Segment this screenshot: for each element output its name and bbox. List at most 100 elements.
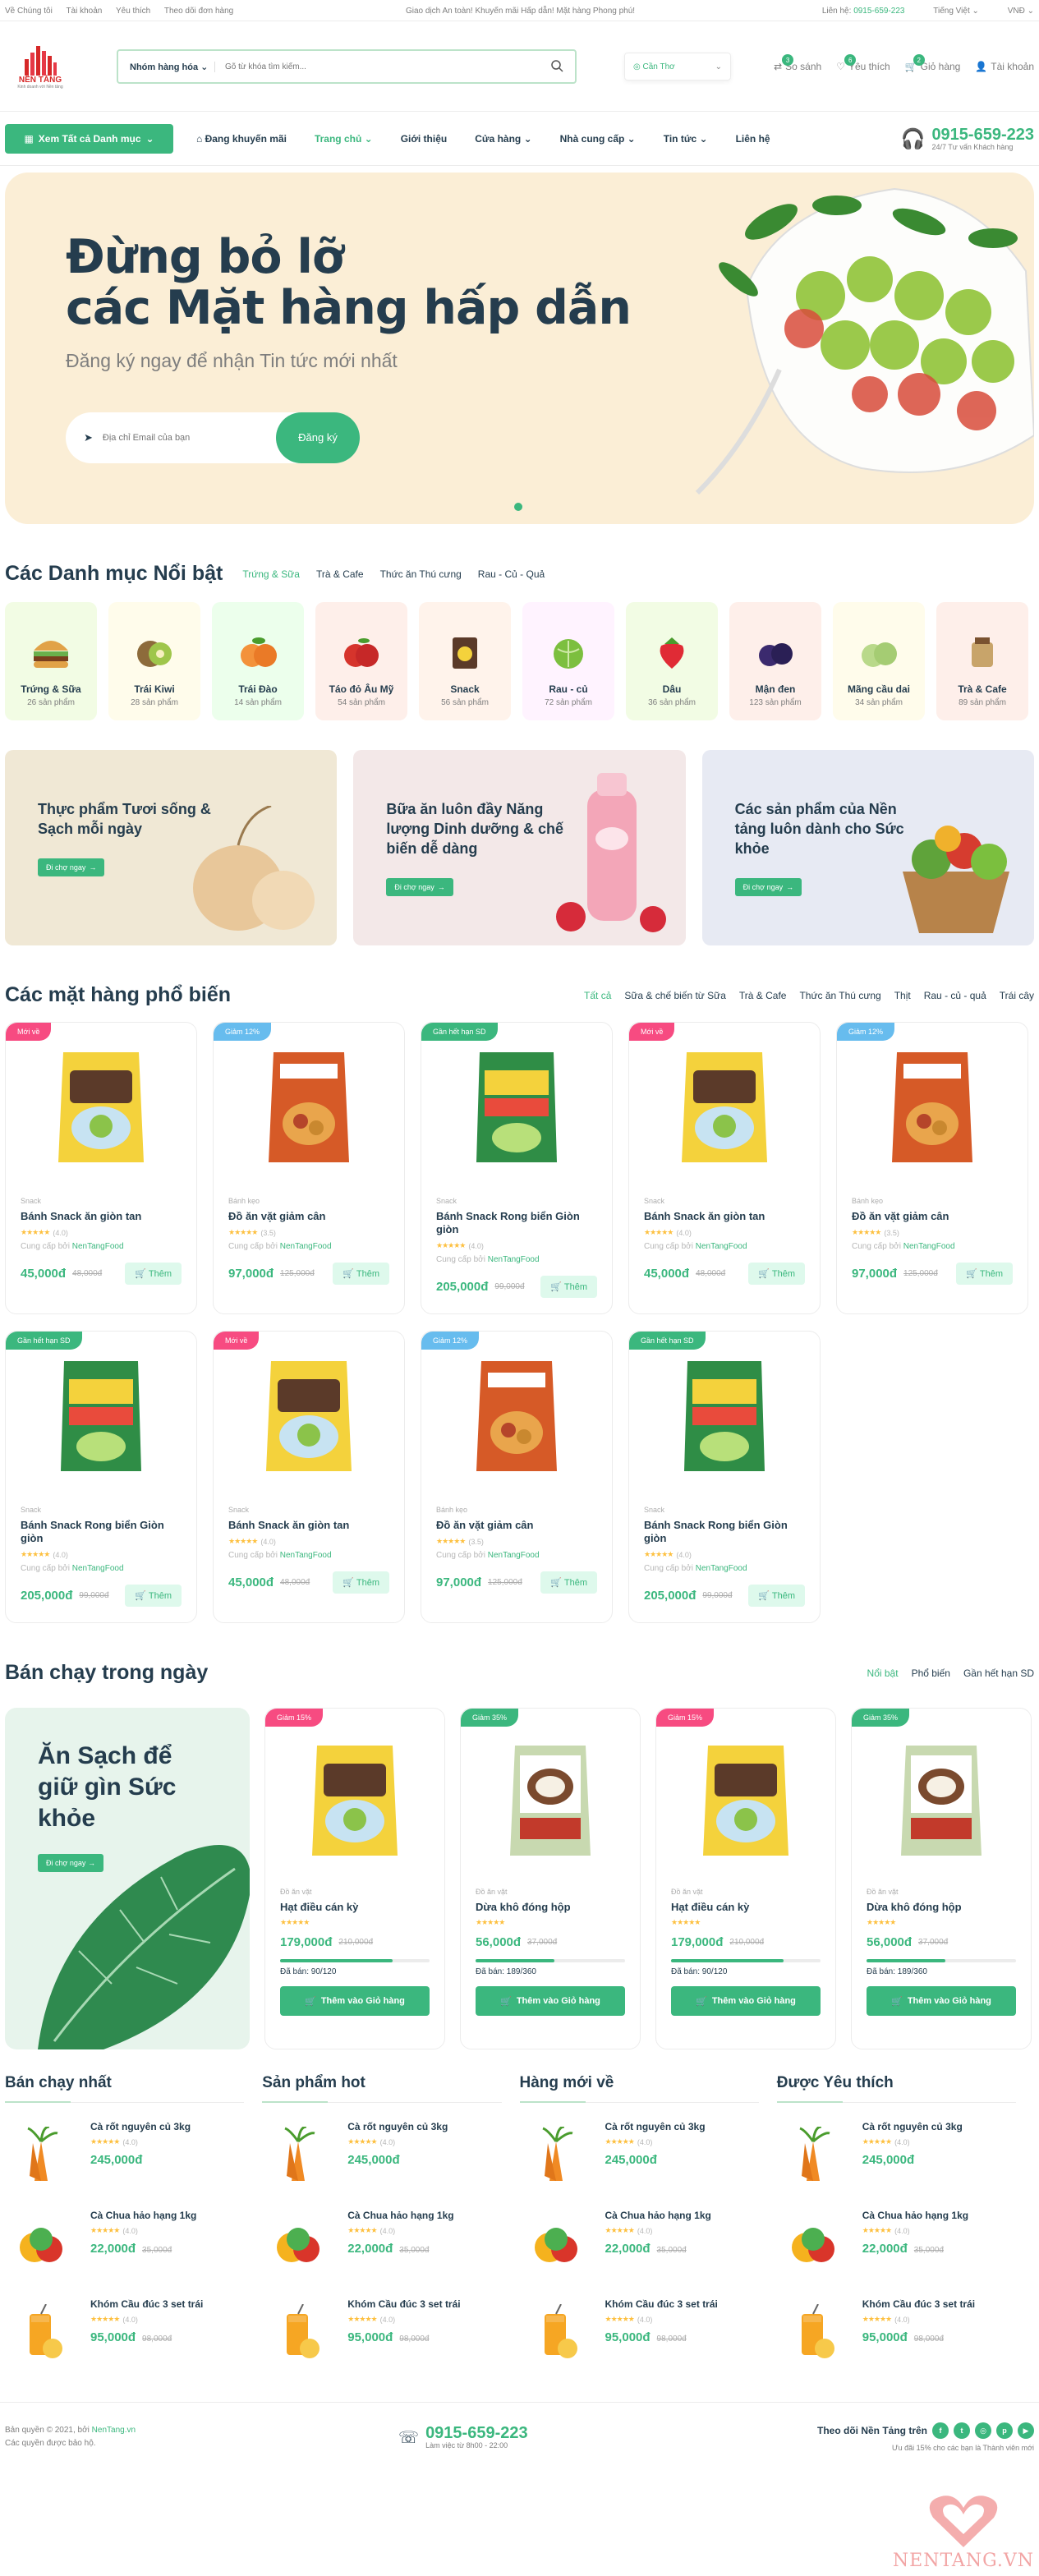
deal-card[interactable]: Giảm 15% Đồ ăn vặt Hạt điều cán kỳ ★★★★★… [655,1708,836,2049]
product-card[interactable]: Mới về Snack Bánh Snack ăn giòn tan ★★★★… [628,1022,821,1314]
product-image[interactable] [436,1345,597,1488]
facebook-icon[interactable]: f [932,2422,949,2439]
list-item-name[interactable]: Cà Chua hảo hạng 1kg [862,2210,968,2221]
popular-tab[interactable]: Rau - củ - quả [924,990,986,1001]
top-link-account[interactable]: Tài khoản [66,7,102,16]
list-item-name[interactable]: Cà Chua hảo hạng 1kg [347,2210,453,2221]
deal-name[interactable]: Dừa khô đóng hộp [476,1901,625,1913]
category-card[interactable]: Snack 56 sản phẩm [419,602,511,720]
featured-tab[interactable]: Thức ăn Thú cưng [380,568,462,580]
list-item[interactable]: Cà Chua hảo hạng 1kg ★★★★★ (4.0) 22,000đ 3… [5,2208,262,2280]
search-input[interactable] [215,62,550,71]
nav-item-shop[interactable]: Cửa hàng ⌄ [475,133,531,145]
category-card[interactable]: Mận đen 123 sản phẩm [729,602,821,720]
promo-banner-nutrition[interactable]: Bữa ăn luôn đầy Năng lượng Dinh dưỡng & … [353,750,686,945]
twitter-icon[interactable]: t [954,2422,970,2439]
deal-card[interactable]: Giảm 35% Đồ ăn vặt Dừa khô đóng hộp ★★★★… [851,1708,1032,2049]
list-item[interactable]: Khóm Cầu đúc 3 set trái ★★★★★ (4.0) 95,00… [777,2297,1034,2369]
deal-name[interactable]: Dừa khô đóng hộp [867,1901,1016,1913]
newsletter-subscribe-button[interactable]: Đăng ký [276,412,360,463]
product-card[interactable]: Gần hết hạn SD Snack Bánh Snack Rong biể… [5,1331,197,1623]
daily-tab[interactable]: Gần hết hạn SD [963,1668,1034,1679]
top-link-order-tracking[interactable]: Theo dõi đơn hàng [164,7,233,16]
top-link-wishlist[interactable]: Yêu thích [116,7,150,16]
deal-image[interactable] [280,1730,430,1871]
nav-item-vendors[interactable]: Nhà cung cấp ⌄ [560,133,636,145]
category-card[interactable]: Trái Kiwi 28 sản phẩm [108,602,200,720]
currency-select[interactable]: VNĐ ⌄ [995,7,1034,16]
list-item[interactable]: Cà Chua hảo hạng 1kg ★★★★★ (4.0) 22,000đ 3… [777,2208,1034,2280]
vendor-link[interactable]: NenTangFood [280,1551,332,1560]
product-card[interactable]: Gần hết hạn SD Snack Bánh Snack Rong biể… [421,1022,613,1314]
list-item-name[interactable]: Cà rốt nguyên củ 3kg [90,2121,191,2132]
product-image[interactable] [228,1345,389,1488]
product-image[interactable] [21,1036,182,1179]
list-item-image[interactable] [520,2297,592,2369]
category-card[interactable]: Trứng & Sữa 26 sản phẩm [5,602,97,720]
add-to-cart-button[interactable]: 🛒 Thêm [540,1571,597,1594]
product-image[interactable] [436,1036,597,1179]
compare-button[interactable]: ⇄ 3 So sánh [774,54,821,72]
product-name[interactable]: Bánh Snack ăn giòn tan [21,1210,182,1223]
promo-banner-health[interactable]: Các sản phẩm của Nền tảng luôn dành cho … [701,750,1034,945]
product-name[interactable]: Đồ ăn vặt giảm cân [228,1210,389,1223]
youtube-icon[interactable]: ▶ [1018,2422,1034,2439]
featured-tab[interactable]: Rau - Củ - Quả [478,568,545,580]
list-item-image[interactable] [5,2208,77,2280]
category-card[interactable]: Mãng cầu dai 34 sản phẩm [833,602,925,720]
slider-dot[interactable] [514,503,522,511]
banner-shop-button[interactable]: Đi chợ ngay → [734,878,802,896]
category-card[interactable]: Trái Đào 14 sản phẩm [212,602,304,720]
category-card[interactable]: Rau - củ 72 sản phẩm [522,602,614,720]
footer-hotline[interactable]: ☏ 0915-659-223 Làm việc từ 8h00 - 22:00 [398,2425,528,2450]
vendor-link[interactable]: NenTangFood [903,1242,955,1251]
deal-name[interactable]: Hạt điều cán kỳ [671,1901,821,1913]
list-item-name[interactable]: Khóm Cầu đúc 3 set trái [605,2298,718,2310]
featured-tab[interactable]: Trà & Cafe [316,568,364,580]
product-card[interactable]: Mới về Snack Bánh Snack ăn giòn tan ★★★★… [213,1331,405,1623]
instagram-icon[interactable]: ◎ [975,2422,991,2439]
promo-banner-fresh[interactable]: Thực phẩm Tươi sống & Sạch mỗi ngày Đi c… [5,750,338,945]
list-item[interactable]: Khóm Cầu đúc 3 set trái ★★★★★ (4.0) 95,00… [5,2297,262,2369]
list-item-name[interactable]: Cà rốt nguyên củ 3kg [862,2121,963,2132]
popular-tab[interactable]: Trái cây [1000,990,1034,1001]
popular-tab[interactable]: Tất cả [584,990,611,1001]
product-image[interactable] [852,1036,1013,1179]
add-to-cart-button[interactable]: 🛒 Thêm [333,1263,389,1285]
nav-item-contact[interactable]: Liên hệ [736,133,770,145]
list-item-image[interactable] [777,2119,849,2192]
nav-promo[interactable]: ⌂ Đang khuyến mãi [196,133,287,145]
product-image[interactable] [21,1345,182,1488]
list-item-image[interactable] [262,2119,334,2192]
vendor-link[interactable]: NenTangFood [696,1242,747,1251]
daily-tab[interactable]: Phổ biến [912,1668,950,1679]
product-image[interactable] [644,1345,805,1488]
list-item[interactable]: Khóm Cầu đúc 3 set trái ★★★★★ (4.0) 95,00… [520,2297,777,2369]
product-name[interactable]: Bánh Snack Rong biển Giòn giòn [436,1210,597,1236]
deal-image[interactable] [671,1730,821,1871]
add-to-cart-button[interactable]: 🛒 Thêm [540,1276,597,1298]
deal-image[interactable] [867,1730,1016,1871]
daily-best-banner[interactable]: Ăn Sạch để giữ gìn Sức khỏe Đi chợ ngay … [5,1708,250,2049]
vendor-link[interactable]: NenTangFood [72,1564,124,1573]
list-item[interactable]: Cà rốt nguyên củ 3kg ★★★★★ (4.0) 245,000đ [5,2119,262,2192]
add-to-cart-button[interactable]: 🛒 Thêm vào Giỏ hàng [867,1986,1016,2016]
nav-item-home[interactable]: Trang chủ ⌄ [315,133,373,145]
product-image[interactable] [644,1036,805,1179]
product-card[interactable]: Giảm 12% Bánh kẹo Đồ ăn vặt giảm cân ★★★… [213,1022,405,1314]
product-card[interactable]: Giảm 12% Bánh kẹo Đồ ăn vặt giảm cân ★★★… [836,1022,1028,1314]
popular-tab[interactable]: Thịt [894,990,911,1001]
list-item-image[interactable] [5,2297,77,2369]
list-item[interactable]: Cà rốt nguyên củ 3kg ★★★★★ (4.0) 245,000đ [777,2119,1034,2192]
nav-item-about[interactable]: Giới thiệu [401,133,448,145]
list-item-image[interactable] [777,2208,849,2280]
list-item-image[interactable] [520,2208,592,2280]
banner-shop-button[interactable]: Đi chợ ngay → [38,858,105,876]
product-card[interactable]: Giảm 12% Bánh kẹo Đồ ăn vặt giảm cân ★★★… [421,1331,613,1623]
popular-tab[interactable]: Trà & Cafe [739,990,787,1001]
vendor-link[interactable]: NenTangFood [280,1242,332,1251]
product-name[interactable]: Đồ ăn vặt giảm cân [436,1519,597,1532]
list-item[interactable]: Cà Chua hảo hạng 1kg ★★★★★ (4.0) 22,000đ 3… [520,2208,777,2280]
newsletter-email-input[interactable] [102,433,276,443]
list-item-name[interactable]: Cà Chua hảo hạng 1kg [605,2210,711,2221]
